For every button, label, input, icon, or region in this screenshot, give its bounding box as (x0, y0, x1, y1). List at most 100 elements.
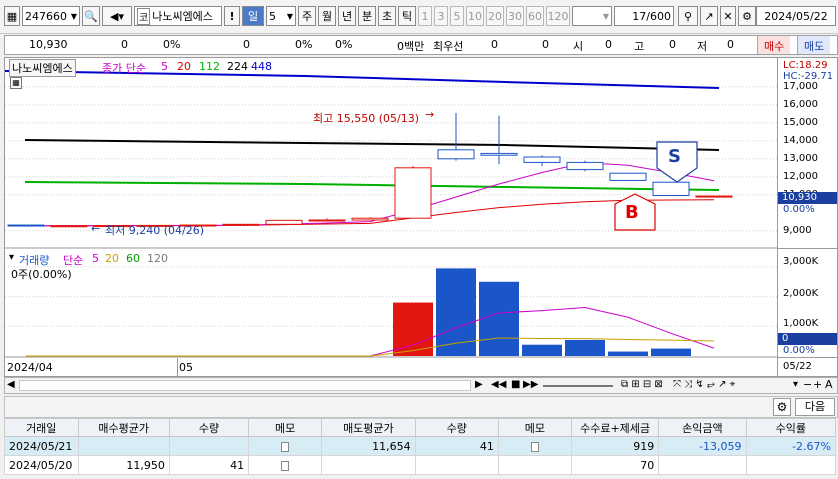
price-axis[interactable]: LC:18.29 HC:-29.71 17,000 16,000 15,000 … (777, 58, 837, 376)
col-buy-avg[interactable]: 매수평균가 (77, 418, 170, 437)
col-fee[interactable]: 수수료+제세금 (570, 418, 660, 437)
chevron-down-icon: ▼ (70, 11, 77, 21)
interval-30-button[interactable]: 30 (506, 6, 524, 26)
trade-settings-gear-icon[interactable]: ⚙ (773, 398, 791, 416)
zoom-out-minus-icon[interactable]: − (803, 378, 812, 391)
period-week-button[interactable]: 주 (298, 6, 316, 26)
period-num-select[interactable]: 5 ▼ (266, 6, 296, 26)
col-sell-qty[interactable]: 수량 (414, 418, 499, 437)
volume-bar (479, 281, 519, 356)
memo-edit-icon[interactable] (530, 441, 539, 452)
zoom-in-plus-icon[interactable]: + (813, 378, 822, 391)
sell-button[interactable]: 매도 (797, 36, 831, 54)
rewind-icon[interactable]: ◀◀ (491, 379, 506, 390)
cell-buy-memo[interactable] (248, 436, 323, 456)
arrow-right-icon: → (425, 108, 435, 121)
trade-toolbar: ⚙ 다음 (4, 396, 838, 418)
period-second-button[interactable]: 초 (378, 6, 396, 26)
col-sell-avg[interactable]: 매도평균가 (321, 418, 416, 437)
cell-buy-avg: 11,950 (77, 455, 170, 475)
period-day-button[interactable]: 일 (242, 6, 264, 26)
stock-code-text: 247660 (25, 9, 67, 23)
interval-20-button[interactable]: 20 (486, 6, 504, 26)
summary-best-label: 최우선 (433, 40, 464, 53)
interval-5-button[interactable]: 5 (450, 6, 464, 26)
chevron-down-icon: ▼ (602, 11, 609, 21)
settings-gear-icon[interactable]: ⚙ (738, 6, 756, 26)
chart-scrollbar[interactable]: ◀ ▶ ◀◀ ■ ▶▶ ⧉ ⊞ ⊟ ⊠ ⤧ ⤨ ↯ ⥂ ↗ ⌖ ▾ − + A (4, 377, 838, 394)
col-sell-memo[interactable]: 메모 (497, 418, 572, 437)
draw-tools-icon[interactable]: ⤧ ⤨ ↯ ⥂ ↗ ⌖ (673, 379, 735, 390)
candle-body (265, 219, 303, 225)
data-count-field[interactable]: 17/600 (614, 6, 674, 26)
summary-amount: 0백만 (397, 40, 425, 53)
layout-icon[interactable]: ▦ (4, 6, 20, 26)
period-minute-button[interactable]: 분 (358, 6, 376, 26)
memo-icon[interactable] (281, 441, 290, 452)
chart-plot[interactable] (5, 58, 777, 377)
candle-body (652, 181, 690, 197)
memo-edit-icon[interactable] (281, 460, 290, 471)
arrow-left-icon: ← (91, 222, 101, 235)
x-axis-label-mid: 05 (179, 361, 193, 374)
zoom-out-icon[interactable]: ▾ (793, 379, 798, 390)
scroll-track[interactable] (19, 380, 471, 391)
summary-open-label: 시 (573, 40, 584, 53)
zoom-tools-icon[interactable]: ⧉ ⊞ ⊟ ⊠ (621, 379, 663, 390)
vol-settings-icon[interactable]: ▾ (9, 252, 14, 263)
legend-ma-5: 5 (161, 60, 168, 73)
period-year-button[interactable]: 년 (338, 6, 356, 26)
period-tick-button[interactable]: 틱 (398, 6, 416, 26)
price-tick: 9,000 (783, 224, 812, 236)
legend-vol-ma-120: 120 (147, 252, 168, 265)
x-axis-label-end: 05/22 (783, 361, 812, 372)
indicator-icon[interactable]: ⚲ (678, 6, 698, 26)
col-rate[interactable]: 수익률 (745, 418, 837, 437)
alert-button[interactable]: ! (224, 6, 240, 26)
stop-icon[interactable]: ■ (511, 379, 520, 390)
interval-3-button[interactable]: 3 (434, 6, 448, 26)
cell-buy-qty (168, 436, 250, 456)
summary-high: 0 (669, 38, 676, 51)
table-row[interactable]: 2024/05/20 11,950 41 70 (4, 455, 837, 475)
cell-sell-memo (497, 455, 572, 475)
col-date[interactable]: 거래일 (4, 418, 79, 437)
stock-code-input[interactable]: 247660 ▼ (22, 6, 80, 26)
buy-button[interactable]: 매수 (757, 36, 791, 54)
next-button[interactable]: 다음 (795, 398, 835, 416)
summary-volume: 0 (243, 38, 250, 51)
high-price-note: 최고 15,550 (05/13) (313, 112, 420, 125)
forward-icon[interactable]: ▶▶ (523, 379, 538, 390)
sound-icon[interactable]: ◀▾ (102, 6, 132, 26)
ma-5-line (26, 162, 715, 227)
interval-1-button[interactable]: 1 (418, 6, 432, 26)
stock-name-field[interactable]: 코 나노씨엠에스 (134, 6, 222, 26)
interval-120-button[interactable]: 120 (546, 6, 570, 26)
trend-icon[interactable]: ↗ (700, 6, 718, 26)
cell-buy-memo[interactable] (248, 455, 323, 475)
scroll-left-icon[interactable]: ◀ (7, 379, 15, 390)
market-badge: 코 (137, 7, 151, 25)
date-field[interactable]: 2024/05/22 (756, 6, 836, 26)
font-size-icon[interactable]: A (825, 378, 833, 391)
cell-sell-memo[interactable] (497, 436, 572, 456)
speed-slider[interactable] (543, 385, 613, 387)
cell-buy-avg (77, 436, 170, 456)
chart-stock-name[interactable]: 나노씨엠에스 (9, 59, 76, 77)
interval-60-button[interactable]: 60 (526, 6, 544, 26)
table-row[interactable]: 2024/05/21 11,654 41 919 -13,059 -2.67% (4, 436, 837, 456)
axis-divider (778, 248, 837, 249)
summary-low-label: 저 (697, 40, 708, 53)
search-icon[interactable]: 🔍 (82, 6, 100, 26)
play-icon[interactable]: ▶ (475, 379, 483, 390)
summary-change-rate: 0% (163, 38, 181, 51)
clear-icon[interactable]: ✕ (720, 6, 736, 26)
interval-10-button[interactable]: 10 (466, 6, 484, 26)
col-buy-memo[interactable]: 메모 (248, 418, 323, 437)
period-month-button[interactable]: 월 (318, 6, 336, 26)
col-buy-qty[interactable]: 수량 (168, 418, 250, 437)
col-pl[interactable]: 손익금액 (658, 418, 747, 437)
stock-name-text: 나노씨엠에스 (152, 10, 213, 23)
grid-settings-icon[interactable]: ▦ (10, 77, 22, 89)
custom-interval-select[interactable]: ▼ (572, 6, 612, 26)
